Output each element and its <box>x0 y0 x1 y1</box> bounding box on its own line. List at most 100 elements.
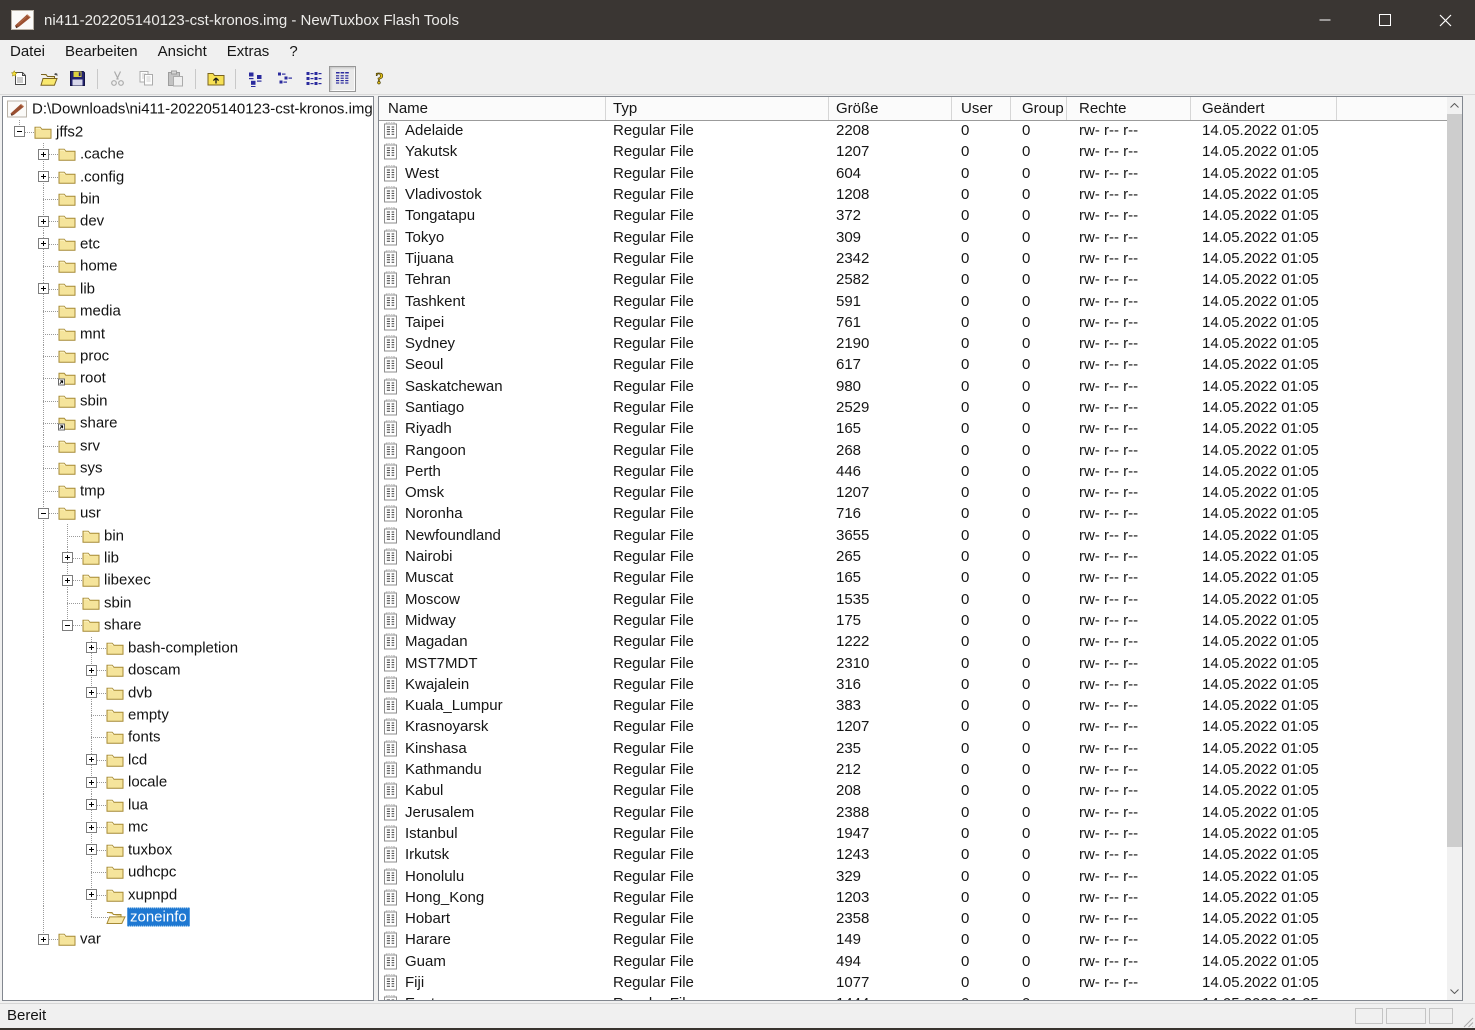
table-row[interactable]: SeoulRegular File61700rw- r-- r--14.05.2… <box>379 354 1447 375</box>
open-file-button[interactable] <box>35 66 62 92</box>
tree-item-etc[interactable]: etc <box>3 233 373 255</box>
tree-item-bin[interactable]: bin <box>3 524 373 546</box>
expand-toggle-minus-icon[interactable] <box>14 126 25 137</box>
help-button[interactable]: ? <box>366 66 393 92</box>
table-row[interactable]: YakutskRegular File120700rw- r-- r--14.0… <box>379 141 1447 162</box>
tree-item-xupnpd[interactable]: xupnpd <box>3 883 373 905</box>
column-header-name[interactable]: Name <box>379 97 606 120</box>
table-row[interactable]: MST7MDTRegular File231000rw- r-- r--14.0… <box>379 652 1447 673</box>
table-row[interactable]: HarareRegular File14900rw- r-- r--14.05.… <box>379 929 1447 950</box>
table-row[interactable]: Kuala_LumpurRegular File38300rw- r-- r--… <box>379 695 1447 716</box>
table-row[interactable]: TashkentRegular File59100rw- r-- r--14.0… <box>379 290 1447 311</box>
small-icons-view-button[interactable] <box>271 66 298 92</box>
table-row[interactable]: JerusalemRegular File238800rw- r-- r--14… <box>379 802 1447 823</box>
tree-item-lib[interactable]: lib <box>3 547 373 569</box>
table-row[interactable]: MuscatRegular File16500rw- r-- r--14.05.… <box>379 567 1447 588</box>
tree-item-share[interactable]: share <box>3 614 373 636</box>
table-row[interactable]: TaipeiRegular File76100rw- r-- r--14.05.… <box>379 312 1447 333</box>
details-view-button[interactable] <box>329 66 356 92</box>
table-row[interactable]: IstanbulRegular File194700rw- r-- r--14.… <box>379 823 1447 844</box>
list-view-button[interactable] <box>300 66 327 92</box>
table-row[interactable]: TehranRegular File258200rw- r-- r--14.05… <box>379 269 1447 290</box>
table-row[interactable]: FijiRegular File107700rw- r-- r--14.05.2… <box>379 972 1447 993</box>
table-row[interactable]: TokyoRegular File30900rw- r-- r--14.05.2… <box>379 226 1447 247</box>
expand-toggle-plus-icon[interactable] <box>86 799 97 810</box>
new-file-button[interactable] <box>6 66 33 92</box>
table-row[interactable]: VladivostokRegular File120800rw- r-- r--… <box>379 184 1447 205</box>
tree-item-lib[interactable]: lib <box>3 278 373 300</box>
tree-item-mc[interactable]: mc <box>3 816 373 838</box>
expand-toggle-plus-icon[interactable] <box>86 665 97 676</box>
expand-toggle-plus-icon[interactable] <box>38 934 49 945</box>
tree-item-udhcpc[interactable]: udhcpc <box>3 861 373 883</box>
column-header-ge-ndert[interactable]: Geändert <box>1191 97 1337 120</box>
scroll-up-icon[interactable] <box>1447 97 1462 114</box>
menu-item-help[interactable]: ? <box>279 40 307 63</box>
table-row[interactable]: TijuanaRegular File234200rw- r-- r--14.0… <box>379 248 1447 269</box>
table-row[interactable]: EastRegular File144400rw- r-- r--14.05.2… <box>379 993 1447 1000</box>
tree-root-item[interactable]: D:\Downloads\ni411-202205140123-cst-kron… <box>3 98 373 120</box>
tree-item-share[interactable]: share <box>3 412 373 434</box>
table-row[interactable]: SantiagoRegular File252900rw- r-- r--14.… <box>379 397 1447 418</box>
expand-toggle-minus-icon[interactable] <box>38 508 49 519</box>
minimize-button[interactable] <box>1295 0 1355 40</box>
tree-item-fonts[interactable]: fonts <box>3 726 373 748</box>
close-button[interactable] <box>1415 0 1475 40</box>
expand-toggle-plus-icon[interactable] <box>38 238 49 249</box>
expand-toggle-plus-icon[interactable] <box>86 777 97 788</box>
tree-item-locale[interactable]: locale <box>3 771 373 793</box>
scroll-thumb[interactable] <box>1447 114 1462 847</box>
tree-item-doscam[interactable]: doscam <box>3 659 373 681</box>
folder-up-button[interactable] <box>202 66 229 92</box>
maximize-button[interactable] <box>1355 0 1415 40</box>
table-row[interactable]: SaskatchewanRegular File98000rw- r-- r--… <box>379 376 1447 397</box>
table-row[interactable]: HobartRegular File235800rw- r-- r--14.05… <box>379 908 1447 929</box>
table-row[interactable]: WestRegular File60400rw- r-- r--14.05.20… <box>379 163 1447 184</box>
tree-item-dvb[interactable]: dvb <box>3 681 373 703</box>
expand-toggle-plus-icon[interactable] <box>86 844 97 855</box>
expand-toggle-plus-icon[interactable] <box>38 171 49 182</box>
tree-item-home[interactable]: home <box>3 255 373 277</box>
table-row[interactable]: KathmanduRegular File21200rw- r-- r--14.… <box>379 759 1447 780</box>
tree-item-dev[interactable]: dev <box>3 210 373 232</box>
menu-item-extras[interactable]: Extras <box>217 40 280 63</box>
expand-toggle-plus-icon[interactable] <box>86 754 97 765</box>
tree-item-cache[interactable]: .cache <box>3 143 373 165</box>
scroll-down-icon[interactable] <box>1447 983 1462 1000</box>
table-row[interactable]: RangoonRegular File26800rw- r-- r--14.05… <box>379 439 1447 460</box>
tree-item-tmp[interactable]: tmp <box>3 479 373 501</box>
table-row[interactable]: KwajaleinRegular File31600rw- r-- r--14.… <box>379 674 1447 695</box>
tree-item-config[interactable]: .config <box>3 165 373 187</box>
tree-item-bin[interactable]: bin <box>3 188 373 210</box>
tree-item-sbin[interactable]: sbin <box>3 592 373 614</box>
expand-toggle-plus-icon[interactable] <box>38 216 49 227</box>
tree-item-root[interactable]: root <box>3 367 373 389</box>
column-header-rechte[interactable]: Rechte <box>1067 97 1191 120</box>
tree-item-sys[interactable]: sys <box>3 457 373 479</box>
menu-item-bearbeiten[interactable]: Bearbeiten <box>55 40 148 63</box>
tree-item-bash-completion[interactable]: bash-completion <box>3 637 373 659</box>
expand-toggle-plus-icon[interactable] <box>38 283 49 294</box>
expand-toggle-plus-icon[interactable] <box>86 889 97 900</box>
column-header-group[interactable]: Group <box>1011 97 1067 120</box>
table-row[interactable]: MagadanRegular File122200rw- r-- r--14.0… <box>379 631 1447 652</box>
tree-item-libexec[interactable]: libexec <box>3 569 373 591</box>
table-row[interactable]: AdelaideRegular File220800rw- r-- r--14.… <box>379 120 1447 141</box>
tree-item-proc[interactable]: proc <box>3 345 373 367</box>
tree-item-var[interactable]: var <box>3 928 373 950</box>
table-row[interactable]: KrasnoyarskRegular File120700rw- r-- r--… <box>379 716 1447 737</box>
column-header-filler[interactable] <box>1337 97 1447 120</box>
table-row[interactable]: Hong_KongRegular File120300rw- r-- r--14… <box>379 887 1447 908</box>
table-row[interactable]: PerthRegular File44600rw- r-- r--14.05.2… <box>379 461 1447 482</box>
tree-item-empty[interactable]: empty <box>3 704 373 726</box>
tree-item-usr[interactable]: usr <box>3 502 373 524</box>
table-row[interactable]: TongatapuRegular File37200rw- r-- r--14.… <box>379 205 1447 226</box>
tree-item-mnt[interactable]: mnt <box>3 322 373 344</box>
table-row[interactable]: NairobiRegular File26500rw- r-- r--14.05… <box>379 546 1447 567</box>
tree-item-media[interactable]: media <box>3 300 373 322</box>
column-header-gr-e[interactable]: Größe <box>829 97 952 120</box>
vertical-scrollbar[interactable] <box>1447 97 1462 1000</box>
expand-toggle-plus-icon[interactable] <box>38 149 49 160</box>
table-row[interactable]: SydneyRegular File219000rw- r-- r--14.05… <box>379 333 1447 354</box>
menu-item-datei[interactable]: Datei <box>0 40 55 63</box>
